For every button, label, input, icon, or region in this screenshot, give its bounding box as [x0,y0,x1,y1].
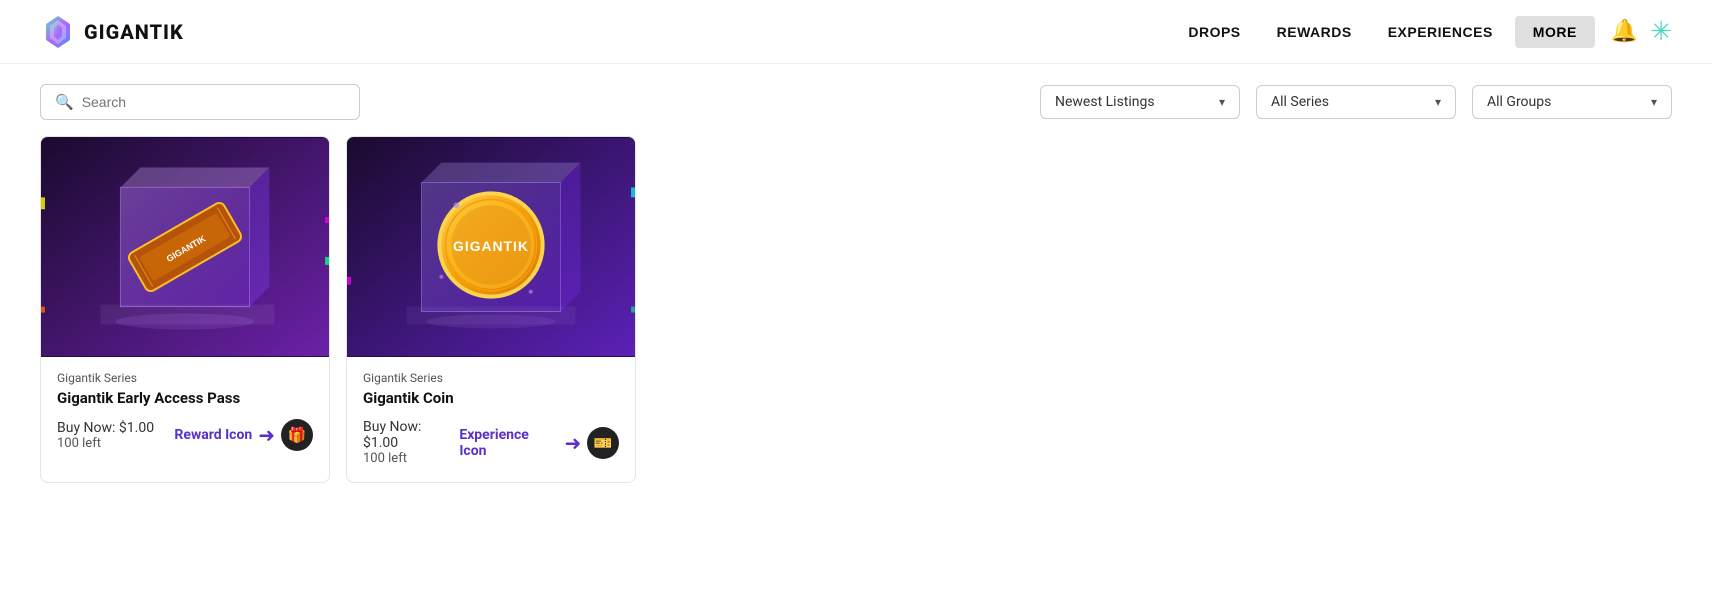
card-footer-1: Buy Now: $1.00 100 left Reward Icon ➜ 🎁 [57,419,313,451]
card-experience-annotation: Experience Icon ➜ 🎫 [459,427,619,459]
card-title-2: Gigantik Coin [363,389,619,407]
card-left-2: 100 left [363,451,459,466]
card-body-2: Gigantik Series Gigantik Coin Buy Now: $… [347,357,635,482]
card-footer-2: Buy Now: $1.00 100 left Experience Icon … [363,419,619,466]
series-dropdown-label: All Series [1271,94,1329,110]
filters-right: Newest Listings ▾ All Series ▾ All Group… [1040,85,1672,119]
svg-text:GIGANTIK: GIGANTIK [453,238,529,254]
nav-experiences[interactable]: EXPERIENCES [1374,16,1507,48]
snowflake-icon[interactable]: ✳ [1650,17,1672,47]
reward-icon: 🎁 [281,419,313,451]
experience-arrow-icon: ➜ [565,431,582,455]
card-reward-annotation: Reward Icon ➜ 🎁 [174,419,313,451]
card-image-1: GIGANTIK [41,137,329,357]
card-price-area-2: Buy Now: $1.00 100 left [363,419,459,466]
groups-dropdown-chevron: ▾ [1651,95,1657,109]
card-body-1: Gigantik Series Gigantik Early Access Pa… [41,357,329,467]
nav-icons: 🔔 ✳ [1611,17,1672,47]
search-box[interactable]: 🔍 [40,84,360,120]
card-title-1: Gigantik Early Access Pass [57,389,313,407]
cards-area: GIGANTIK Gigantik Series Gigantik Early … [0,136,1712,523]
logo-icon [40,14,76,50]
card-series-2: Gigantik Series [363,371,619,385]
search-icon: 🔍 [55,93,74,111]
card-gigantik-coin[interactable]: GIGANTIK Gigantik Series Gigantik Coin B… [346,136,636,483]
nav-rewards[interactable]: REWARDS [1263,16,1366,48]
logo-text: GIGANTIK [84,20,184,44]
groups-dropdown-label: All Groups [1487,94,1551,110]
card-image-2: GIGANTIK [347,137,635,357]
experience-annotation-label: Experience Icon [459,427,558,459]
card-price-2: Buy Now: $1.00 [363,419,459,451]
sort-dropdown-label: Newest Listings [1055,94,1155,110]
series-dropdown[interactable]: All Series ▾ [1256,85,1456,119]
card-price-1: Buy Now: $1.00 [57,420,154,436]
sort-dropdown-chevron: ▾ [1219,95,1225,109]
nav-more[interactable]: MORE [1515,16,1595,48]
header: GIGANTIK DROPS REWARDS EXPERIENCES MORE … [0,0,1712,64]
filters-row: 🔍 Newest Listings ▾ All Series ▾ All Gro… [0,64,1712,136]
bell-icon[interactable]: 🔔 [1611,19,1638,44]
nav-drops[interactable]: DROPS [1174,16,1254,48]
card-series-1: Gigantik Series [57,371,313,385]
search-input[interactable] [82,94,345,110]
sort-dropdown[interactable]: Newest Listings ▾ [1040,85,1240,119]
groups-dropdown[interactable]: All Groups ▾ [1472,85,1672,119]
card-price-area-1: Buy Now: $1.00 100 left [57,420,154,451]
nav: DROPS REWARDS EXPERIENCES MORE 🔔 ✳ [1174,16,1672,48]
logo[interactable]: GIGANTIK [40,14,184,50]
card-early-access-pass[interactable]: GIGANTIK Gigantik Series Gigantik Early … [40,136,330,483]
experience-icon: 🎫 [587,427,619,459]
reward-arrow-icon: ➜ [258,423,275,447]
series-dropdown-chevron: ▾ [1435,95,1441,109]
reward-annotation-label: Reward Icon [174,427,252,443]
card-left-1: 100 left [57,436,154,451]
